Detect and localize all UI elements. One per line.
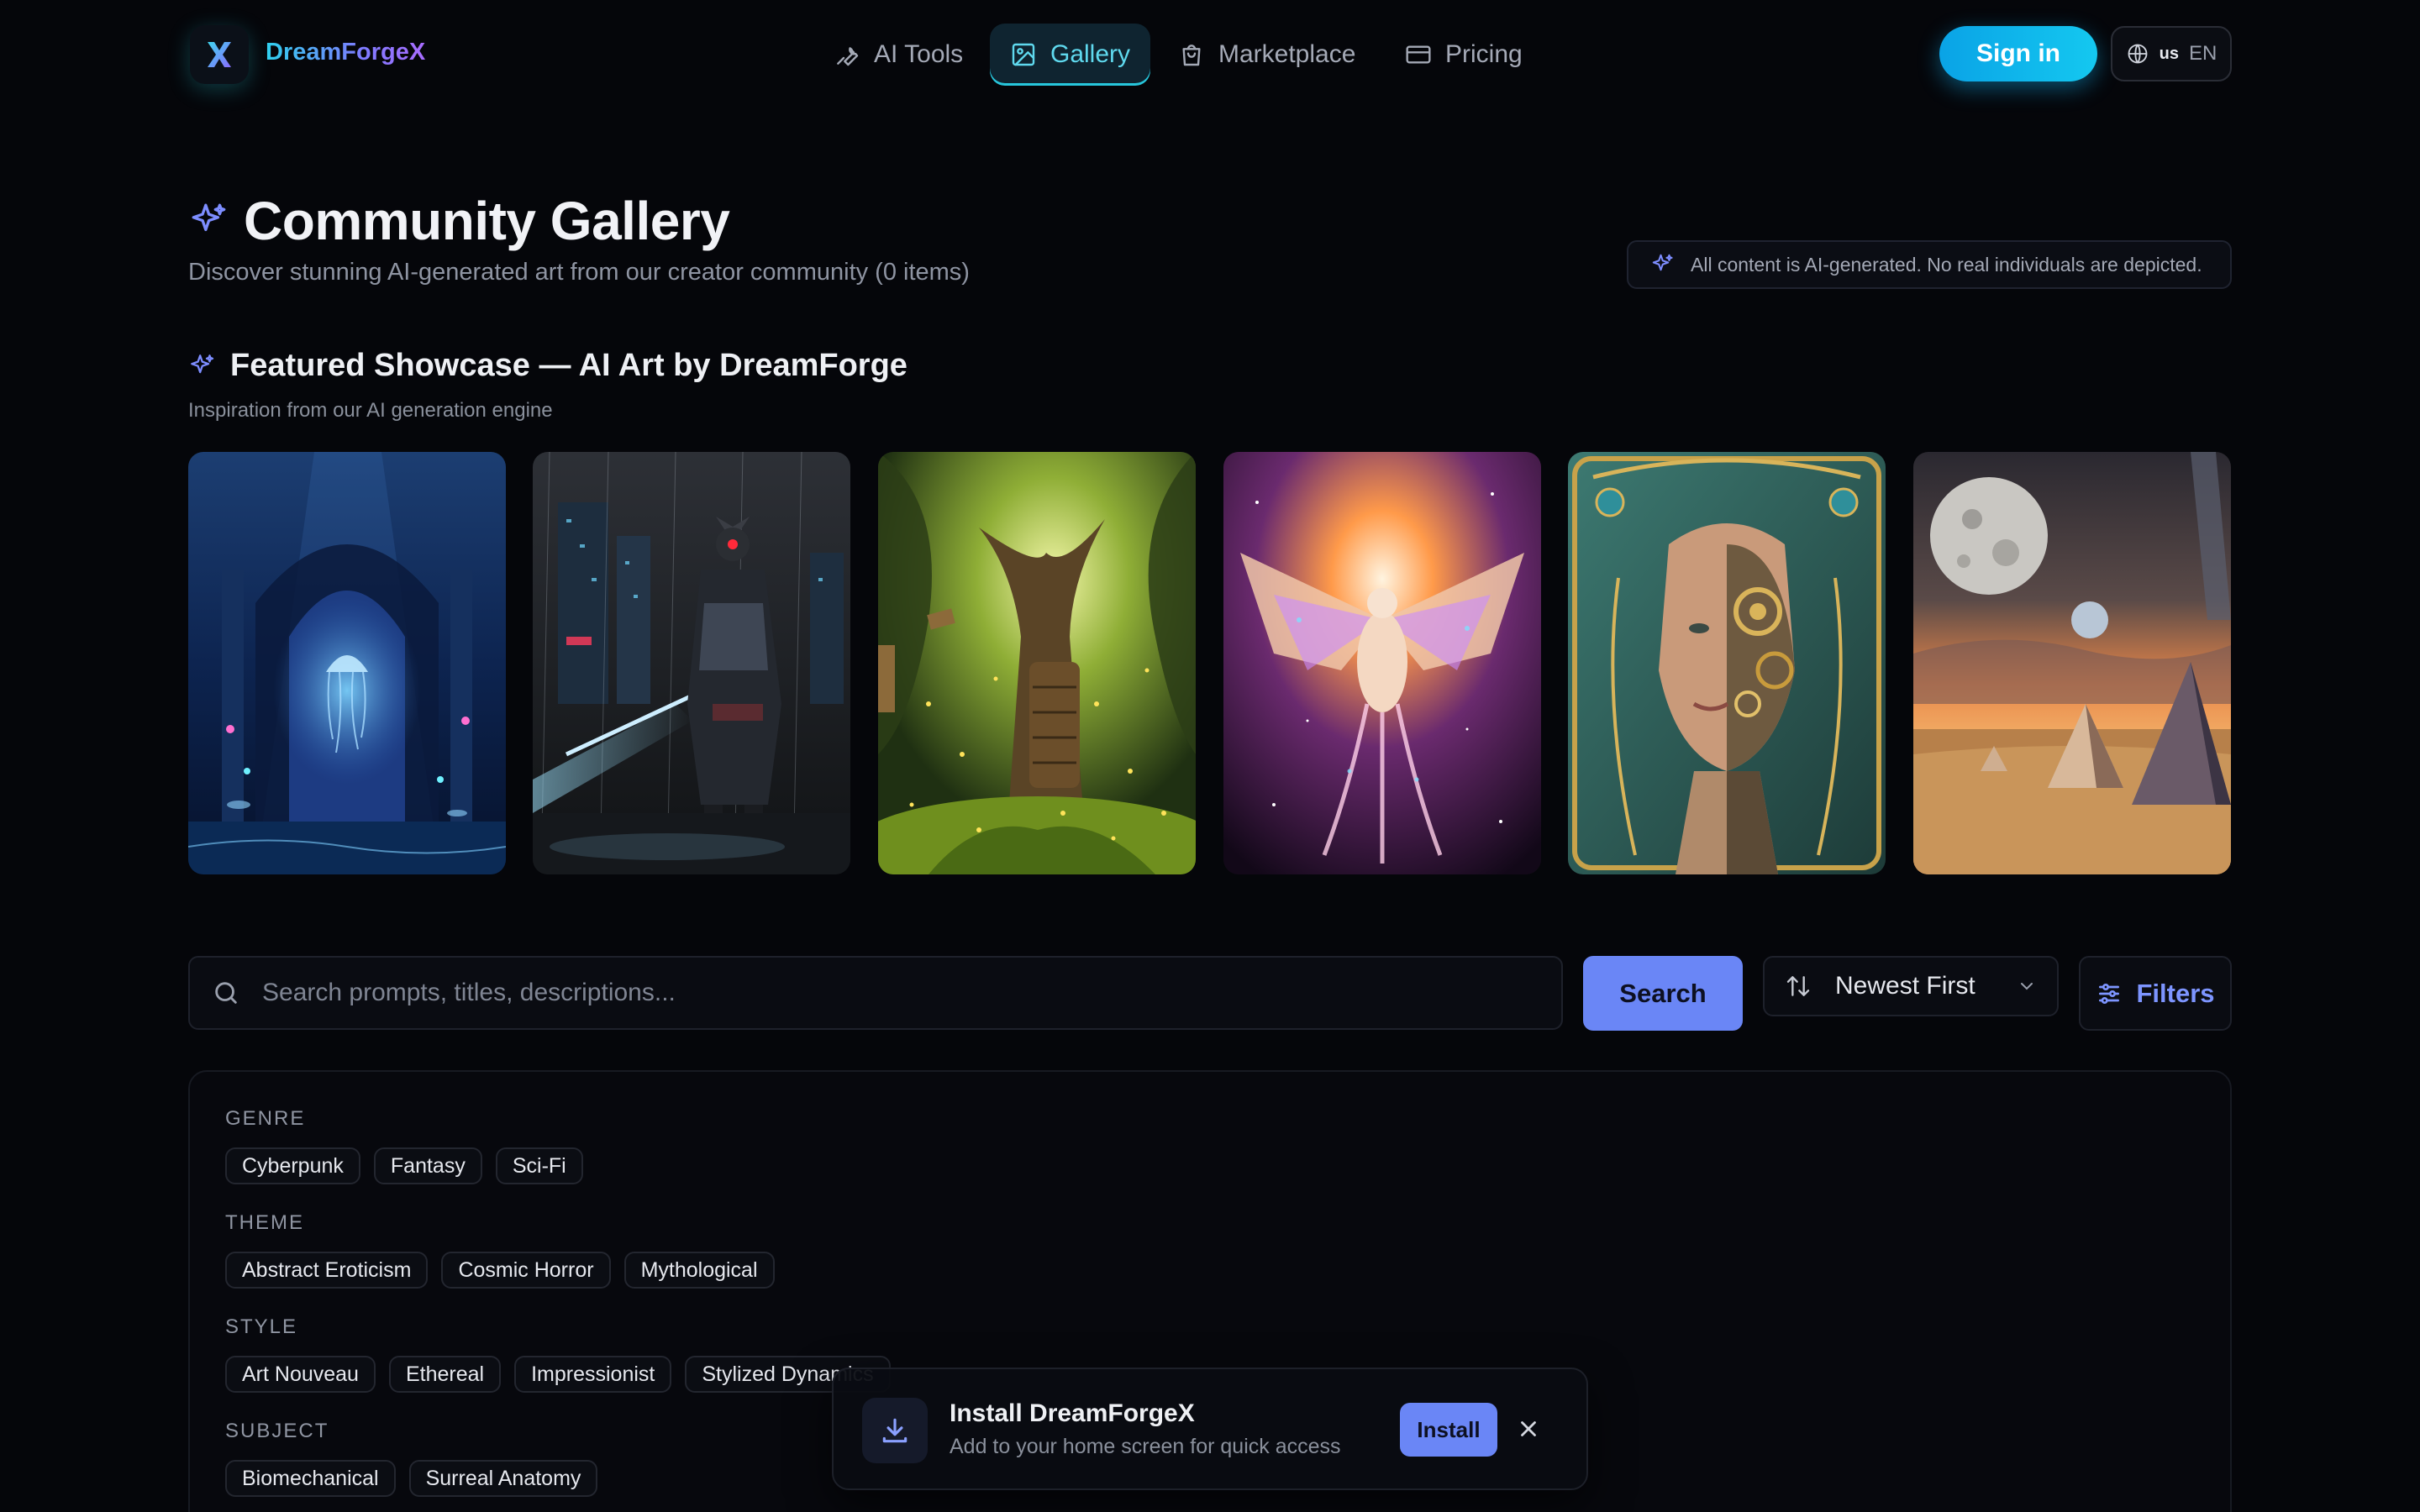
nav-marketplace[interactable]: Marketplace (1158, 24, 1376, 86)
page-subtitle: Discover stunning AI-generated art from … (188, 259, 970, 286)
featured-heading: Featured Showcase — AI Art by DreamForge (188, 348, 908, 384)
install-prompt-subtitle: Add to your home screen for quick access (950, 1435, 1341, 1458)
featured-card-enchanted-forest[interactable] (878, 452, 1196, 874)
search-icon (215, 982, 237, 1004)
download-icon (862, 1398, 928, 1463)
filter-group-subject-label: SUBJECT (225, 1420, 329, 1442)
ai-content-notice-text: All content is AI-generated. No real ind… (1691, 253, 2202, 276)
filters-button[interactable]: Filters (2079, 956, 2232, 1031)
filter-group-style-label: STYLE (225, 1315, 298, 1338)
globe-icon (2128, 44, 2148, 64)
search-button[interactable]: Search (1583, 956, 1743, 1031)
nav-gallery[interactable]: Gallery (990, 24, 1151, 86)
wrench-icon (837, 47, 859, 66)
chevron-down-icon (2021, 983, 2033, 990)
artwork-image (533, 452, 850, 874)
nav-ai-tools[interactable]: AI Tools (813, 24, 983, 86)
featured-subtitle: Inspiration from our AI generation engin… (188, 399, 553, 422)
brand-logo-icon[interactable] (190, 25, 249, 84)
sort-select[interactable]: Newest First (1763, 956, 2059, 1016)
artwork-image (1913, 452, 2231, 874)
search-bar (188, 956, 1563, 1030)
close-icon[interactable] (1516, 1416, 1541, 1441)
nav-pricing[interactable]: Pricing (1385, 24, 1543, 86)
artwork-image (1568, 452, 1886, 874)
sliders-icon (2099, 983, 2120, 1004)
sort-arrows-icon (1786, 976, 1810, 996)
shopping-bag-icon (1182, 45, 1201, 66)
filters-button-label: Filters (2136, 978, 2215, 1008)
artwork-image (878, 452, 1196, 874)
nav-gallery-label: Gallery (1050, 40, 1131, 68)
featured-card-clockwork-portrait[interactable] (1568, 452, 1886, 874)
language-selector[interactable]: us EN (2111, 26, 2232, 81)
sort-select-value: Newest First (1835, 972, 1975, 1000)
credit-card-icon (1406, 45, 1431, 64)
filter-chip-ethereal[interactable]: Ethereal (388, 1356, 502, 1393)
artwork-image (1223, 452, 1541, 874)
featured-card-desert-moon[interactable] (1913, 452, 2231, 874)
ai-content-notice: All content is AI-generated. No real ind… (1627, 240, 2232, 289)
page-title: Community Gallery (188, 190, 730, 252)
filter-chip-sci-fi[interactable]: Sci-Fi (495, 1147, 583, 1184)
sign-in-button[interactable]: Sign in (1939, 26, 2097, 81)
sparkles-icon (1652, 254, 1673, 271)
filter-chip-cosmic-horror[interactable]: Cosmic Horror (441, 1252, 611, 1289)
filter-chip-fantasy[interactable]: Fantasy (373, 1147, 482, 1184)
search-input[interactable] (262, 979, 1539, 1007)
install-button[interactable]: Install (1400, 1403, 1497, 1457)
install-prompt: Install DreamForgeX Add to your home scr… (832, 1368, 1588, 1490)
artwork-image (188, 452, 506, 874)
language-flag: us (2159, 44, 2179, 63)
filter-group-genre: Cyberpunk Fantasy Sci-Fi (225, 1147, 583, 1184)
filter-chip-art-nouveau[interactable]: Art Nouveau (225, 1356, 376, 1393)
brand-name[interactable]: DreamForgeX (266, 39, 425, 66)
image-icon (1012, 43, 1035, 66)
filter-chip-impressionist[interactable]: Impressionist (514, 1356, 672, 1393)
top-navigation: DreamForgeX AI Tools Gallery Marketplace… (0, 0, 2420, 108)
filter-chip-biomechanical[interactable]: Biomechanical (225, 1460, 396, 1497)
featured-card-underwater-cathedral[interactable] (188, 452, 506, 874)
nav-pricing-label: Pricing (1445, 40, 1523, 68)
sparkles-icon (192, 203, 226, 232)
featured-card-cyber-samurai[interactable] (533, 452, 850, 874)
filter-chip-mythological[interactable]: Mythological (623, 1252, 775, 1289)
nav-marketplace-label: Marketplace (1218, 40, 1356, 68)
filter-group-theme: Abstract Eroticism Cosmic Horror Mytholo… (225, 1252, 775, 1289)
featured-card-crystal-phoenix[interactable] (1223, 452, 1541, 874)
page-title-text: Community Gallery (244, 191, 730, 251)
featured-title: Featured Showcase — AI Art by DreamForge (230, 348, 908, 383)
install-prompt-title: Install DreamForgeX (950, 1399, 1195, 1427)
nav-ai-tools-label: AI Tools (874, 40, 964, 68)
filter-group-style: Art Nouveau Ethereal Impressionist Styli… (225, 1356, 891, 1393)
language-code: EN (2189, 42, 2217, 65)
filter-group-genre-label: GENRE (225, 1107, 306, 1130)
filter-group-subject: Biomechanical Surreal Anatomy (225, 1460, 598, 1497)
filter-chip-abstract-eroticism[interactable]: Abstract Eroticism (225, 1252, 429, 1289)
sparkles-icon (191, 354, 214, 373)
filter-chip-surreal-anatomy[interactable]: Surreal Anatomy (408, 1460, 598, 1497)
filter-group-theme-label: THEME (225, 1211, 304, 1234)
filter-chip-cyberpunk[interactable]: Cyberpunk (225, 1147, 360, 1184)
